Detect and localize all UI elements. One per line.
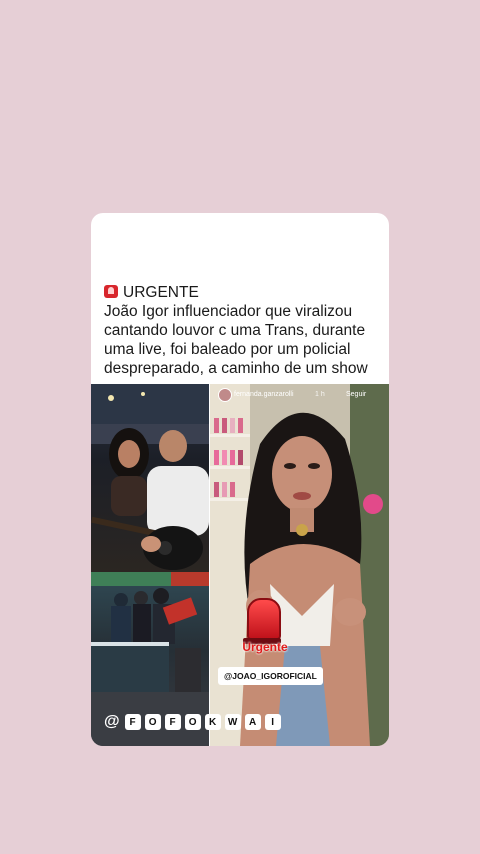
watermark-letter: O (184, 714, 201, 730)
story-header: fernanda.ganzarolli 1 h Seguir (210, 384, 389, 406)
story-time: 1 h (315, 391, 325, 398)
post-card: URGENTE João Igor influenciador que vira… (91, 213, 389, 746)
watermark-letter: I (264, 714, 281, 730)
handle-tag[interactable]: @JOAO_IGOROFICIAL (218, 667, 323, 685)
watermark-letter: F (124, 714, 141, 730)
watermark-letter: A (244, 714, 261, 730)
watermark-letter: O (144, 714, 161, 730)
guitar-selfie-illustration (91, 384, 209, 570)
headline-line-2: João Igor influenciador que viralizou (104, 303, 353, 320)
photo-story-woman: fernanda.ganzarolli 1 h Seguir Urgente @… (210, 384, 389, 746)
story-avatar[interactable] (218, 388, 232, 402)
headline-line-3: cantando louvor c uma Trans, durante (104, 322, 366, 339)
post-headline: URGENTE João Igor influenciador que vira… (104, 283, 384, 378)
story-follow-button[interactable]: Seguir (346, 391, 366, 398)
watermark-letter: W (224, 714, 241, 730)
watermark-letter: K (204, 714, 221, 730)
photo-collage: fernanda.ganzarolli 1 h Seguir Urgente @… (91, 384, 389, 746)
urgente-sticker: Urgente (230, 596, 300, 656)
story-username[interactable]: fernanda.ganzarolli (234, 391, 294, 398)
rotating-light-icon (104, 285, 118, 298)
fofokwai-watermark: @ F O F O K W A I (104, 712, 281, 732)
watermark-letter: F (164, 714, 181, 730)
urgent-label: URGENTE (123, 284, 199, 301)
headline-line-4: uma live, foi baleado por um policial (104, 341, 351, 358)
woman-story-illustration (210, 384, 389, 746)
photo-guitar-selfie (91, 384, 209, 572)
siren-icon (243, 598, 281, 644)
urgente-sticker-label: Urgente (242, 640, 288, 654)
headline-line-5: despreparado, a caminho de um show (104, 360, 368, 377)
headline-line-1: URGENTE (104, 283, 384, 302)
watermark-at: @ (104, 713, 120, 730)
